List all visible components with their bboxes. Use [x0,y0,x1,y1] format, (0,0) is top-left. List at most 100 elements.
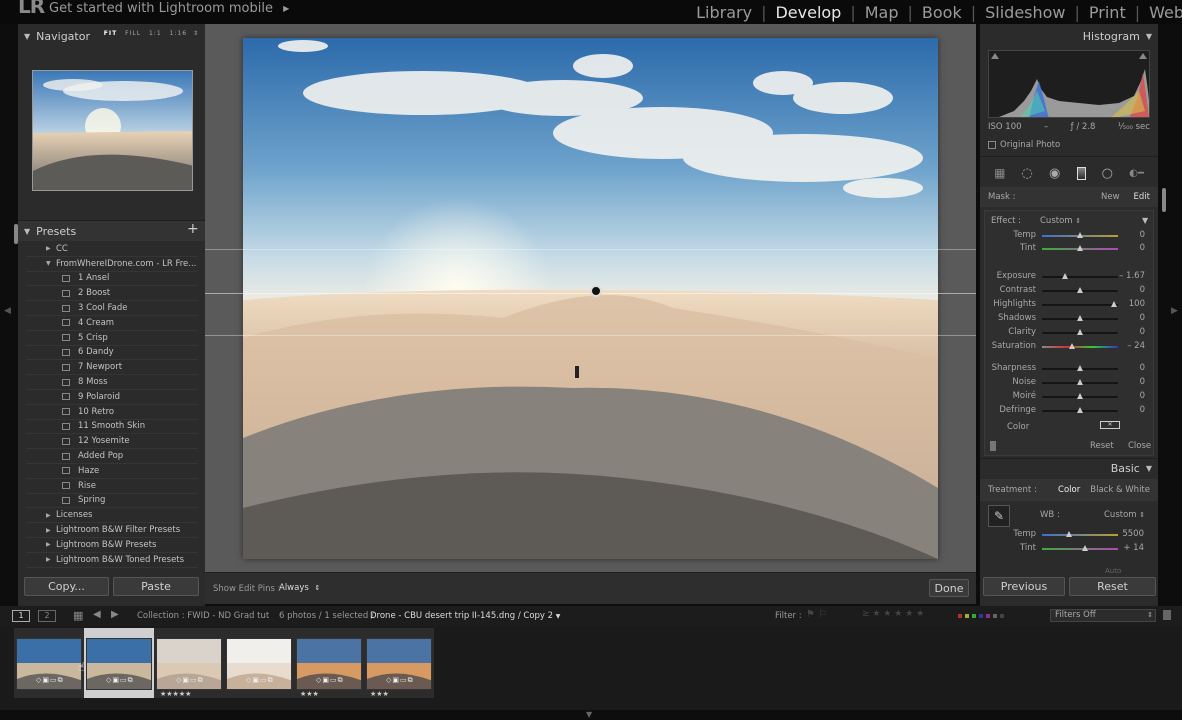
slider-value[interactable]: 100 [1129,299,1145,309]
slider-highlights[interactable]: Highlights 100 [985,299,1153,311]
slider-value[interactable]: 0 [1140,363,1145,373]
slider-value[interactable]: 0 [1140,405,1145,415]
preset-item[interactable]: Spring [26,494,198,509]
preset-folder[interactable]: ▶ Lightroom B&W Toned Presets [26,553,198,568]
slider-clarity[interactable]: Clarity 0 [985,327,1153,339]
preset-item[interactable]: 2 Boost [26,286,198,302]
slider-track[interactable] [1042,304,1118,306]
star-rating[interactable]: ★★★★★ [160,690,191,698]
slider-thumb[interactable] [1077,365,1083,371]
module-slideshow[interactable]: Slideshow [985,3,1065,22]
slider-value[interactable]: 0 [1140,377,1145,387]
slider-contrast[interactable]: Contrast 0 [985,285,1153,297]
preset-item[interactable]: Rise [26,479,198,494]
treatment-bw-button[interactable]: Black & White [1090,485,1150,495]
zoom-1-16[interactable]: 1:16 [170,30,187,37]
add-preset-icon[interactable]: + [187,221,199,237]
slider-thumb[interactable] [1077,232,1083,238]
slider-track[interactable] [1042,276,1118,278]
paste-settings-button[interactable]: Paste [113,577,199,596]
folder-collapsed-icon[interactable]: ▶ [46,541,56,548]
slider-shadows[interactable]: Shadows 0 [985,313,1153,325]
preset-item[interactable]: 10 Retro [26,405,198,420]
done-button[interactable]: Done [929,579,969,597]
folder-collapsed-icon[interactable]: ▶ [46,245,56,252]
module-web[interactable]: Web [1149,3,1182,22]
preset-item[interactable]: Haze [26,464,198,479]
effect-select[interactable]: Custom ⇕ [1040,216,1081,226]
graduated-filter-bottom-line[interactable] [205,335,976,336]
reset-button[interactable]: Reset [1069,577,1156,596]
slider-noise[interactable]: Noise 0 [985,377,1153,389]
slider-value[interactable]: 0 [1140,285,1145,295]
mask-edit-button[interactable]: Edit [1134,192,1150,202]
graduated-filter-icon[interactable] [1076,166,1086,180]
shadow-clipping-icon[interactable] [991,53,999,59]
highlight-clipping-icon[interactable] [1139,53,1147,59]
blue-label-icon[interactable] [979,614,983,618]
histogram-graph[interactable] [988,50,1150,118]
red-eye-icon[interactable]: ◉ [1049,166,1060,181]
preset-folder[interactable]: ▼ FromWhereIDrone.com - LR Fre... [26,257,198,272]
mask-enable-toggle-icon[interactable] [990,441,996,451]
slider-sharpness[interactable]: Sharpness 0 [985,363,1153,375]
slider-thumb[interactable] [1066,531,1073,537]
module-map[interactable]: Map [865,3,899,22]
slider-defringe[interactable]: Defringe 0 [985,405,1153,417]
star-rating[interactable]: ★★★ [300,690,319,698]
slider-thumb[interactable] [1077,379,1083,385]
zoom-dropdown-icon[interactable]: ⇕ [193,30,199,37]
mask-close-button[interactable]: Close [1128,441,1151,451]
preset-item[interactable]: 9 Polaroid [26,390,198,405]
main-photo[interactable] [243,38,938,559]
filmstrip-cell[interactable]: ◇▣▭⧉ [224,628,294,698]
preset-item[interactable]: Added Pop [26,449,198,464]
slider-thumb[interactable] [1077,393,1083,399]
dark-label-icon[interactable] [1000,614,1004,618]
preset-item[interactable]: 1 Ansel [26,272,198,287]
image-canvas[interactable] [205,24,976,572]
basic-header[interactable]: Basic ▼ [980,458,1158,478]
back-arrow-icon[interactable]: ◀ [93,609,101,620]
preset-item[interactable]: 5 Crisp [26,331,198,346]
secondary-window-button[interactable]: 2 [38,610,56,622]
slider-temp[interactable]: Temp 0 [985,230,1153,242]
mask-reset-button[interactable]: Reset [1090,441,1114,451]
slider-tint[interactable]: Tint + 14 [984,543,1152,555]
slider-saturation[interactable]: Saturation – 24 [985,341,1153,353]
mask-new-button[interactable]: New [1101,192,1120,202]
slider-value[interactable]: – 24 [1127,341,1145,351]
preset-item[interactable]: 3 Cool Fade [26,301,198,316]
previous-settings-button[interactable]: Previous [983,577,1065,596]
mobile-promo-link[interactable]: Get started with Lightroom mobile ▶ [49,1,289,16]
module-book[interactable]: Book [922,3,962,22]
filter-lock-icon[interactable] [1163,610,1171,620]
module-develop[interactable]: Develop [775,3,841,22]
star-rating[interactable]: ★★★ [370,690,389,698]
preset-item[interactable]: 4 Cream [26,316,198,331]
radial-filter-icon[interactable]: ○ [1102,166,1113,181]
module-print[interactable]: Print [1089,3,1126,22]
module-library[interactable]: Library [696,3,752,22]
filmstrip-cell[interactable]: ◇▣▭⧉ ★★★ [294,628,364,698]
zoom-fill[interactable]: FILL [125,30,141,37]
slider-value[interactable]: 0 [1140,327,1145,337]
slider-thumb[interactable] [1077,287,1083,293]
collection-source[interactable]: Collection : FWID - ND Grad tut [137,611,269,621]
edit-pin-icon[interactable] [590,285,602,297]
red-label-icon[interactable] [958,614,962,618]
slider-track[interactable] [1042,534,1118,536]
wb-select[interactable]: Custom ⇕ [1104,510,1145,520]
filmstrip-cell[interactable]: ◇▣▭⧉ ★★★ [364,628,434,698]
slider-value[interactable]: 0 [1140,243,1145,253]
slider-value[interactable]: 0 [1140,391,1145,401]
color-label-filter[interactable] [958,614,1004,618]
filmstrip-cell[interactable]: ◇▣▭⧉ [84,628,154,698]
flag-filter-icons[interactable]: ⚑ ⚐ [806,609,827,620]
zoom-1-1[interactable]: 1:1 [149,30,162,37]
show-edit-pins-select[interactable]: Always ⇕ [279,583,320,593]
preset-item[interactable]: 7 Newport [26,360,198,376]
slider-track[interactable] [1042,548,1118,550]
folder-collapsed-icon[interactable]: ▶ [46,512,56,519]
folder-collapsed-icon[interactable]: ▶ [46,527,56,534]
